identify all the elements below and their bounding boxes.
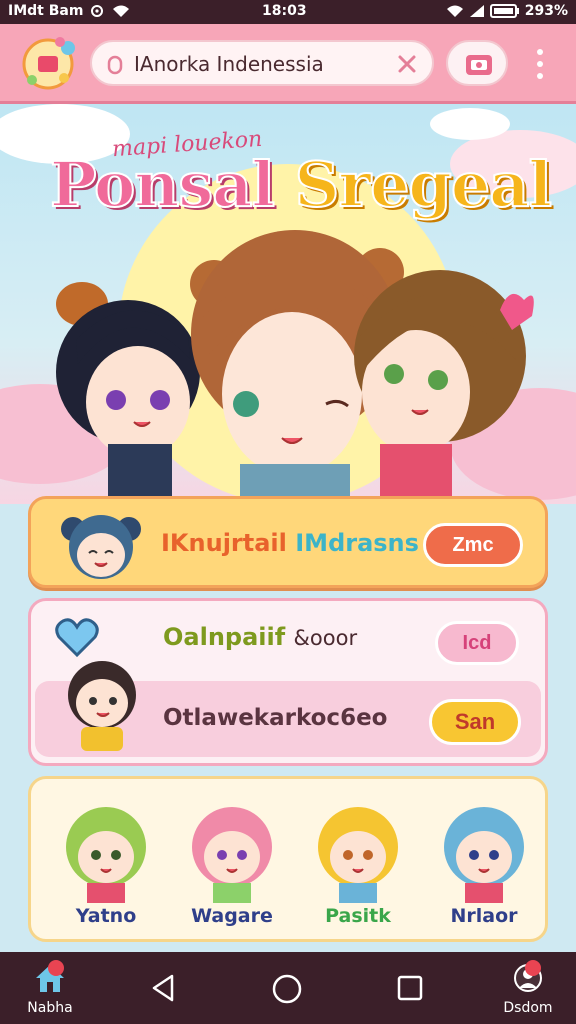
status-left: IMdt Bam	[8, 3, 131, 19]
character-item[interactable]: Nrlaor	[429, 799, 539, 939]
clear-icon[interactable]	[396, 53, 418, 75]
character-name: Wagare	[191, 905, 273, 927]
nav-home[interactable]: Nabha	[22, 960, 78, 1016]
character-avatar-icon	[61, 515, 141, 579]
card2-row2-text: Otlawekarkoc6eo	[163, 705, 388, 731]
lcal-button[interactable]: Icd	[435, 621, 519, 665]
avatar	[57, 657, 147, 757]
wifi-icon	[113, 5, 130, 17]
character-avatar-icon	[68, 661, 136, 751]
character-name: Pasitk	[325, 905, 391, 927]
cellular-icon	[469, 5, 484, 17]
carrier-text: IMdt Bam	[8, 3, 84, 19]
feature-card-2: Oalnpaiif &ooor Icd Otlawekarkoc6eo San	[28, 598, 548, 766]
url-input[interactable]	[134, 50, 390, 78]
character-name: Yatno	[75, 905, 137, 927]
clock: 18:03	[262, 3, 307, 19]
site-info-icon[interactable]	[106, 55, 124, 75]
hero-title-part1: Ponsal	[49, 147, 276, 222]
link-icon	[91, 5, 104, 17]
hero-title: Ponsal Sregeal	[49, 147, 553, 222]
character-avatar-icon	[318, 807, 398, 903]
heart-icon	[53, 615, 101, 663]
card1-title-part1: IKnujrtail	[161, 529, 287, 557]
back-icon[interactable]	[148, 972, 180, 1008]
avatar	[59, 507, 143, 587]
character-name: Nrlaor	[450, 905, 518, 927]
battery-icon	[489, 4, 519, 18]
san-button[interactable]: San	[429, 699, 521, 745]
hero-banner: mapi louekon Ponsal Sregeal	[0, 104, 576, 504]
app-logo-icon[interactable]	[20, 34, 76, 90]
character-item[interactable]: Pasitk	[303, 799, 413, 939]
card1-title: IKnujrtail IMdrasns	[161, 529, 419, 557]
signal-icon	[447, 5, 464, 17]
camera-button[interactable]	[446, 40, 508, 86]
recents-icon[interactable]	[396, 974, 424, 1006]
more-options-icon[interactable]	[528, 44, 552, 84]
feature-card-1[interactable]: IKnujrtail IMdrasns Zmc	[28, 496, 548, 588]
system-nav-bar: Nabha Dsdom	[0, 952, 576, 1024]
card2-row1: Oalnpaiif &ooor	[163, 623, 357, 651]
character-item[interactable]: Wagare	[177, 799, 287, 939]
zmc-button[interactable]: Zmc	[423, 523, 523, 567]
home-circle-icon[interactable]	[270, 972, 304, 1010]
camera-icon	[466, 55, 492, 75]
url-bar[interactable]	[90, 40, 434, 86]
status-right: 293%	[446, 3, 568, 19]
browser-toolbar	[0, 24, 576, 104]
character-roster: Yatno Wagare Pasitk Nrlaor	[28, 776, 548, 942]
battery-text: 293%	[524, 3, 568, 19]
character-avatar-icon	[192, 807, 272, 903]
card1-title-part2: IMdrasns	[295, 529, 419, 557]
character-avatar-icon	[444, 807, 524, 903]
character-avatar-icon	[66, 807, 146, 903]
notification-badge	[48, 960, 64, 976]
nav-right-label: Dsdom	[503, 1000, 553, 1016]
nav-right[interactable]: Dsdom	[496, 960, 560, 1016]
status-bar: IMdt Bam 18:03 293%	[0, 0, 576, 24]
notification-badge	[525, 960, 541, 976]
character-item[interactable]: Yatno	[51, 799, 161, 939]
card2-row1-part1: Oalnpaiif	[163, 623, 286, 651]
hero-title-part2: Sregeal	[294, 147, 553, 222]
nav-home-label: Nabha	[27, 1000, 73, 1016]
card2-row1-part2: &ooor	[293, 626, 358, 650]
